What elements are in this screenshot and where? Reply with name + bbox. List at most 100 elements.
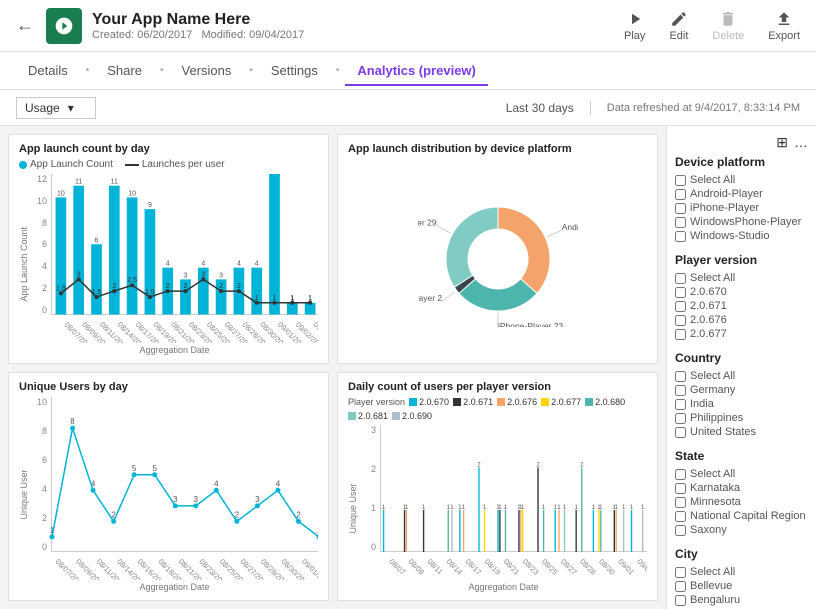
svg-text:10: 10 bbox=[128, 190, 136, 197]
tab-analytics[interactable]: Analytics (preview) bbox=[345, 55, 488, 86]
svg-text:4: 4 bbox=[237, 261, 241, 268]
launch-count-chart: App launch count by day App Launch Count… bbox=[8, 134, 329, 364]
filter-sidebar: ⊞ … Device platform Select All Android-P… bbox=[666, 126, 816, 609]
svg-text:08/27: 08/27 bbox=[559, 557, 579, 577]
usage-dropdown[interactable]: Usage ▾ bbox=[16, 97, 96, 119]
svg-text:3: 3 bbox=[201, 271, 205, 278]
launch-count-legend: App Launch Count Launches per user bbox=[19, 159, 318, 170]
svg-text:08/19: 08/19 bbox=[483, 557, 503, 577]
svg-text:1: 1 bbox=[255, 295, 259, 302]
daily-x-title: Aggregation Date bbox=[360, 582, 647, 592]
svg-text:1: 1 bbox=[450, 505, 454, 511]
svg-text:1: 1 bbox=[290, 295, 294, 302]
svg-text:1: 1 bbox=[592, 505, 596, 511]
tab-share[interactable]: Share bbox=[95, 55, 154, 86]
svg-text:2: 2 bbox=[166, 283, 170, 290]
filter-device-android[interactable]: Android-Player bbox=[675, 187, 808, 201]
filter-player-670[interactable]: 2.0.670 bbox=[675, 285, 808, 299]
tab-details[interactable]: Details bbox=[16, 55, 80, 86]
date-range: Last 30 days bbox=[506, 101, 591, 115]
launch-count-title: App launch count by day bbox=[19, 143, 318, 155]
svg-text:1: 1 bbox=[498, 505, 502, 511]
svg-text:6: 6 bbox=[95, 237, 99, 244]
svg-text:1.5: 1.5 bbox=[92, 289, 102, 296]
unique-users-title: Unique Users by day bbox=[19, 381, 318, 393]
delete-button[interactable]: Delete bbox=[712, 10, 744, 42]
svg-text:09/01: 09/01 bbox=[616, 557, 636, 577]
svg-text:1: 1 bbox=[422, 505, 426, 511]
svg-text:1: 1 bbox=[382, 505, 386, 511]
tab-versions[interactable]: Versions bbox=[169, 55, 243, 86]
svg-text:1: 1 bbox=[542, 505, 546, 511]
svg-text:1: 1 bbox=[614, 505, 618, 511]
svg-text:5: 5 bbox=[132, 463, 137, 472]
svg-text:4: 4 bbox=[214, 479, 219, 488]
sidebar-grid-icon[interactable]: ⊞ bbox=[776, 134, 788, 151]
daily-x-axis: 08/0708/0908/1108/1408/1708/1908/2108/23… bbox=[360, 552, 647, 580]
svg-text:1: 1 bbox=[462, 505, 466, 511]
filter-device-select-all[interactable]: Select All bbox=[675, 173, 808, 187]
svg-text:1: 1 bbox=[630, 505, 634, 511]
legend-lpu-line bbox=[125, 164, 139, 166]
back-button[interactable]: ← bbox=[16, 15, 34, 36]
device-platform-title: App launch distribution by device platfo… bbox=[348, 143, 647, 155]
svg-text:1: 1 bbox=[521, 505, 525, 511]
svg-text:1: 1 bbox=[574, 505, 578, 511]
header-actions: Play Edit Delete Export bbox=[624, 10, 800, 42]
sidebar-more-icon[interactable]: … bbox=[794, 134, 808, 151]
daily-count-legend: Player version 2.0.670 2.0.671 2.0.676 2… bbox=[348, 397, 647, 421]
svg-text:1.8: 1.8 bbox=[56, 285, 66, 292]
svg-text:2: 2 bbox=[536, 462, 540, 468]
svg-text:Windows-WebPlayer 29: Windows-WebPlayer 29 bbox=[418, 217, 437, 227]
filter-device-windows-studio[interactable]: Windows-Studio bbox=[675, 229, 808, 243]
svg-text:1: 1 bbox=[599, 505, 603, 511]
svg-text:4: 4 bbox=[276, 479, 281, 488]
svg-text:1: 1 bbox=[273, 295, 277, 302]
svg-text:08/14: 08/14 bbox=[445, 557, 465, 577]
svg-text:3: 3 bbox=[184, 272, 188, 279]
refresh-info: Data refreshed at 9/4/2017, 8:33:14 PM bbox=[607, 102, 800, 114]
unique-y-title: Unique User bbox=[19, 397, 29, 593]
svg-text:08/11: 08/11 bbox=[425, 557, 444, 576]
svg-text:08/09: 08/09 bbox=[406, 557, 426, 577]
svg-text:1: 1 bbox=[504, 505, 508, 511]
filter-device-windowsphone[interactable]: WindowsPhone-Player bbox=[675, 215, 808, 229]
tab-settings[interactable]: Settings bbox=[259, 55, 330, 86]
svg-text:3: 3 bbox=[219, 272, 223, 279]
play-button[interactable]: Play bbox=[624, 10, 645, 42]
export-button[interactable]: Export bbox=[768, 10, 800, 42]
svg-text:Android-Player 31: Android-Player 31 bbox=[561, 222, 577, 232]
svg-text:08/28: 08/28 bbox=[578, 557, 598, 577]
city-filter: City Select All Bellevue Bengaluru Bothe… bbox=[675, 547, 808, 609]
unique-users-chart: Unique Users by day Unique User 1086420 … bbox=[8, 372, 329, 602]
svg-text:2: 2 bbox=[219, 283, 223, 290]
svg-text:4: 4 bbox=[201, 261, 205, 268]
svg-text:2: 2 bbox=[112, 283, 116, 290]
device-platform-chart: App launch distribution by device platfo… bbox=[337, 134, 658, 364]
filter-player-671[interactable]: 2.0.671 bbox=[675, 299, 808, 313]
daily-y-title: Unique User bbox=[348, 425, 358, 593]
svg-text:3: 3 bbox=[255, 494, 260, 503]
svg-text:8: 8 bbox=[70, 417, 75, 426]
edit-button[interactable]: Edit bbox=[669, 10, 688, 42]
svg-text:1: 1 bbox=[557, 505, 561, 511]
app-icon bbox=[46, 8, 82, 44]
svg-text:11: 11 bbox=[75, 179, 82, 186]
svg-text:1: 1 bbox=[308, 295, 312, 302]
donut-svg: Android-Player 31iPhone-Player 23Windows… bbox=[418, 187, 578, 327]
svg-text:5: 5 bbox=[152, 463, 157, 472]
filter-player-677[interactable]: 2.0.677 bbox=[675, 327, 808, 341]
nav-tabs: Details • Share • Versions • Settings • … bbox=[0, 52, 816, 90]
filter-player-676[interactable]: 2.0.676 bbox=[675, 313, 808, 327]
state-filter: State Select All Karnataka Minnesota Nat… bbox=[675, 449, 808, 537]
svg-text:1: 1 bbox=[483, 505, 487, 511]
svg-text:1: 1 bbox=[563, 505, 567, 511]
svg-text:08/25: 08/25 bbox=[540, 557, 560, 577]
filter-player-select-all[interactable]: Select All bbox=[675, 271, 808, 285]
svg-text:2.5: 2.5 bbox=[127, 277, 137, 284]
launch-y-axis: 121086420 bbox=[31, 174, 51, 315]
daily-count-chart: Daily count of users per player version … bbox=[337, 372, 658, 602]
device-platform-filter: Device platform Select All Android-Playe… bbox=[675, 155, 808, 243]
filter-device-iphone[interactable]: iPhone-Player bbox=[675, 201, 808, 215]
daily-y-axis: 3210 bbox=[360, 425, 380, 553]
